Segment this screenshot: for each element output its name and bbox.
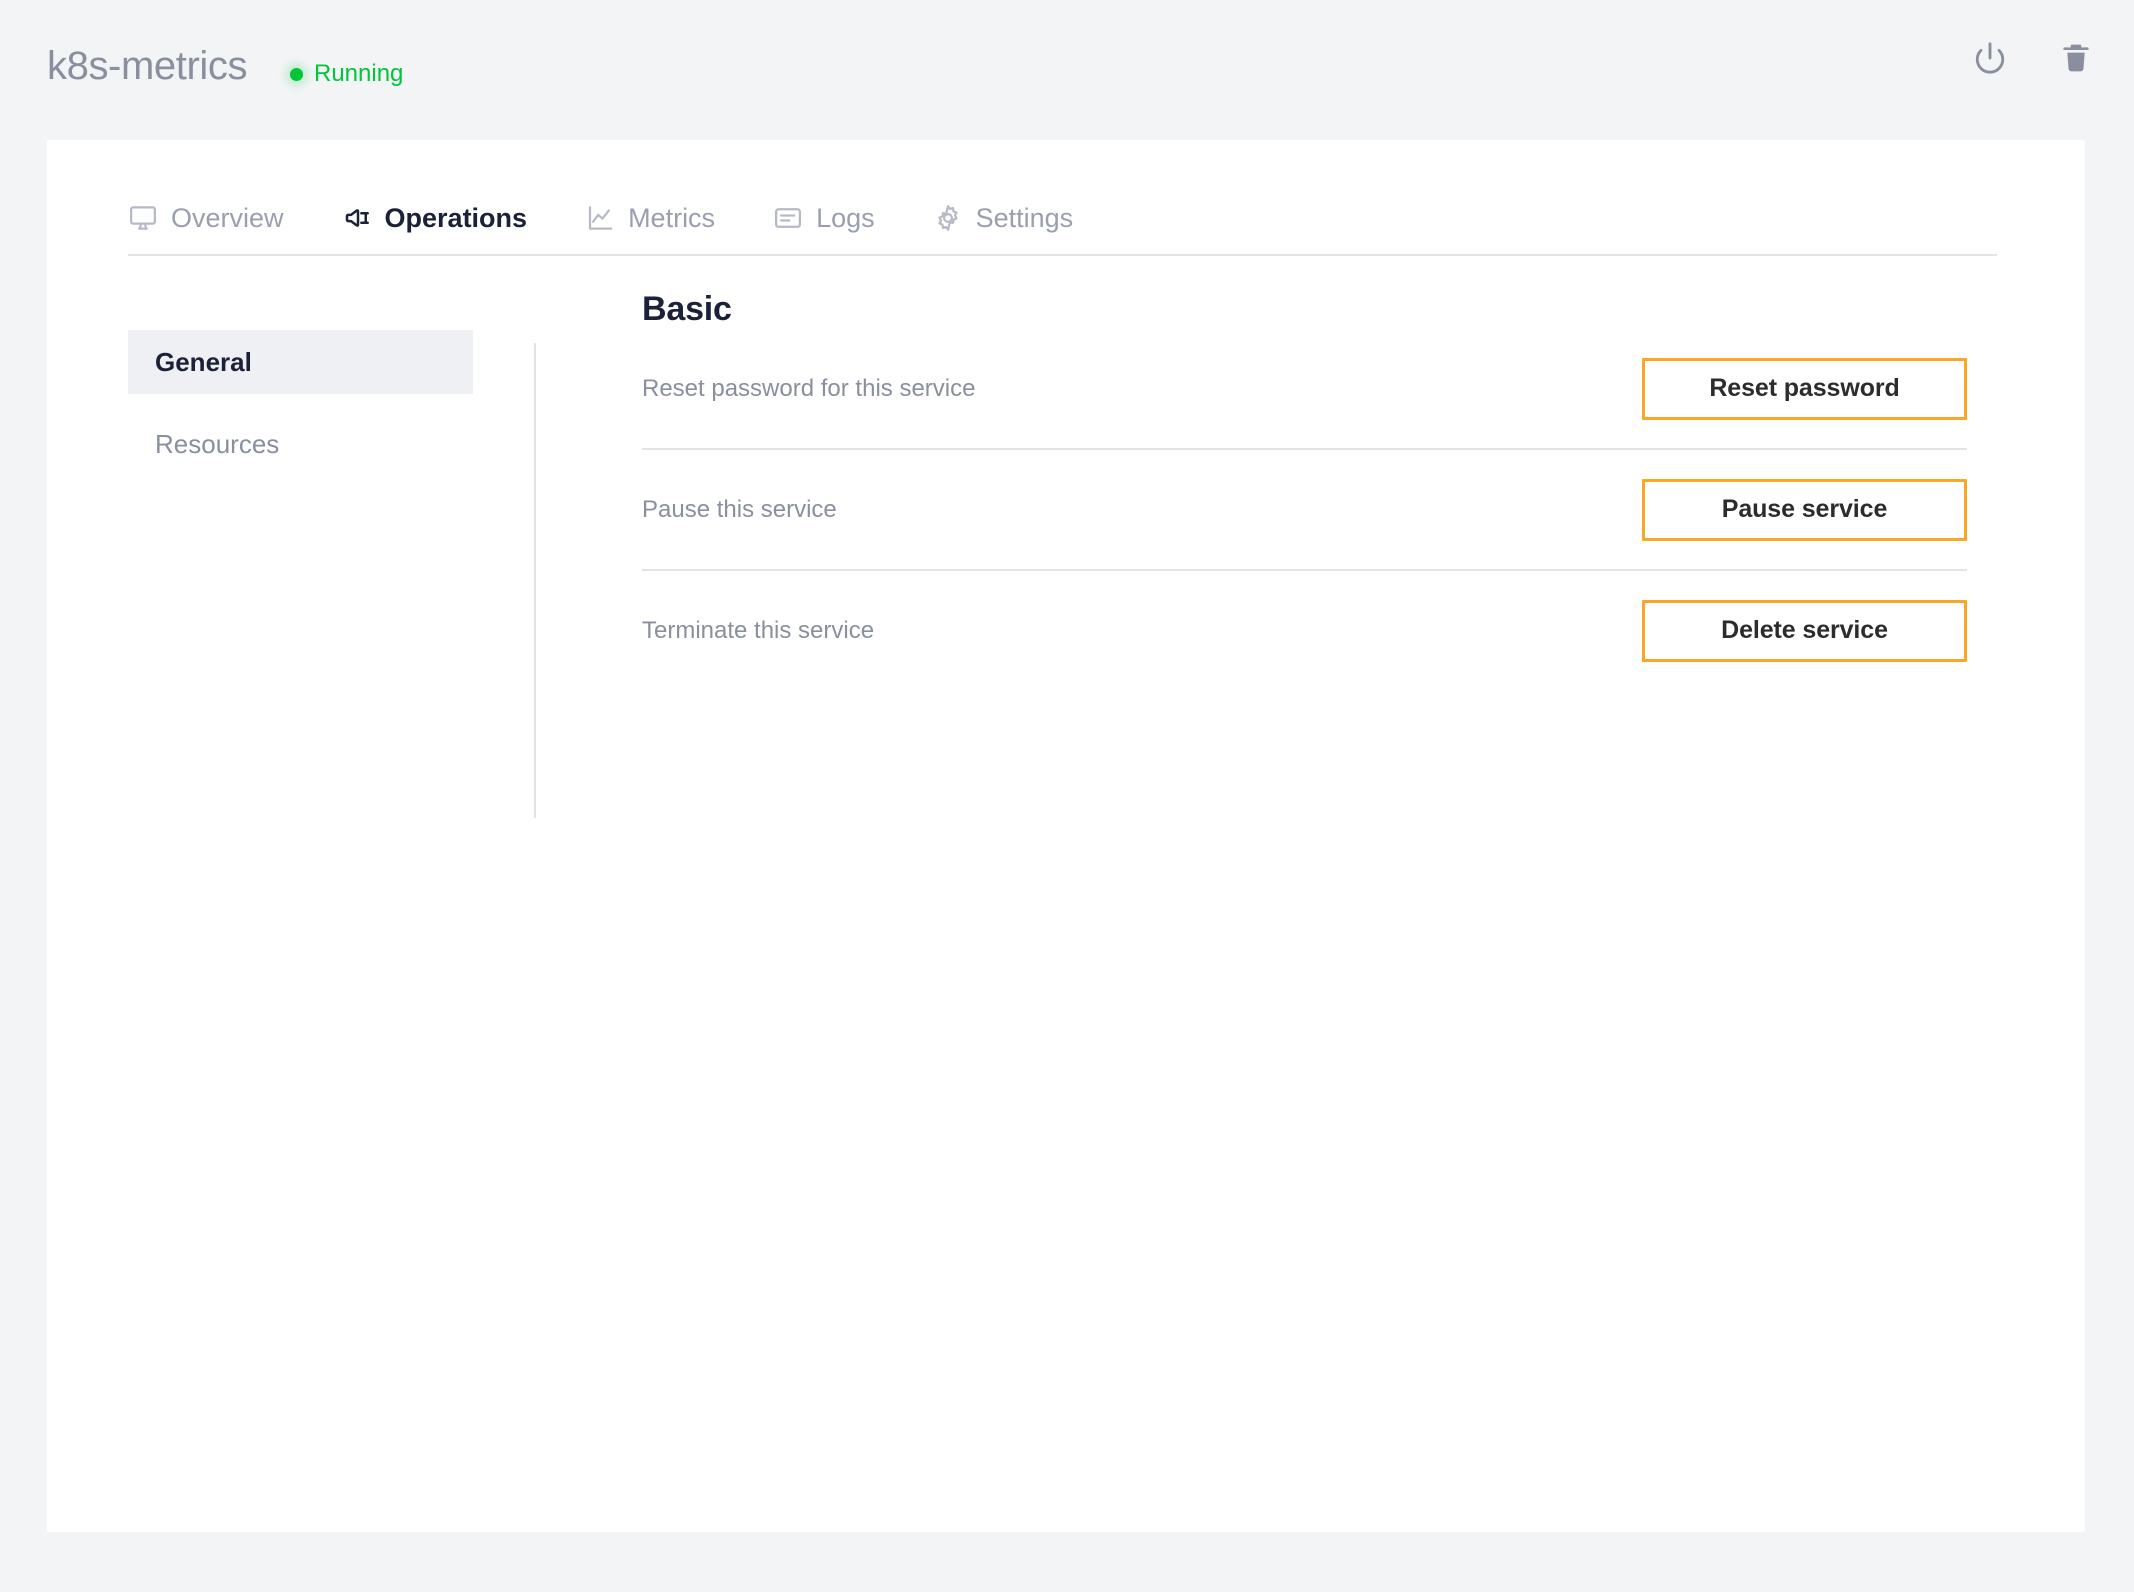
tab-operations[interactable]: Operations [342,195,557,241]
reset-password-button[interactable]: Reset password [1642,357,1967,420]
settings-subnav: General Resources [128,330,473,476]
subnav-item-label: Resources [155,428,280,459]
tab-logs[interactable]: Logs [773,195,904,241]
tab-bar: Overview Operations Metrics Logs Setting… [128,195,1131,241]
delete-button[interactable] [2056,38,2096,78]
operation-row-reset-password: Reset password for this service Reset pa… [642,329,1967,448]
row-label: Terminate this service [642,616,875,644]
power-button[interactable] [1970,38,2010,78]
subnav-item-general[interactable]: General [128,330,473,394]
line-chart-icon [585,203,615,233]
document-icon [773,203,803,233]
tab-bar-divider [128,254,1997,256]
top-bar-actions [1970,38,2096,78]
status-badge: Running [290,60,403,88]
panel-title: Basic [642,290,732,328]
status-dot-icon [290,67,303,81]
tab-overview[interactable]: Overview [128,195,313,241]
tab-label: Metrics [628,202,716,233]
tab-metrics[interactable]: Metrics [585,195,744,241]
delete-service-button[interactable]: Delete service [1642,599,1967,662]
subnav-item-label: General [155,346,252,377]
tab-settings[interactable]: Settings [933,195,1103,241]
power-icon [1973,41,2007,75]
operations-panel: Basic Reset password for this service Re… [642,290,1967,690]
operation-row-pause-service: Pause this service Pause service [642,450,1967,569]
monitor-icon [128,203,158,233]
subnav-item-resources[interactable]: Resources [128,412,473,476]
plug-icon [342,203,372,233]
tab-label: Overview [171,202,284,233]
top-bar: k8s-metrics Running [0,0,2134,140]
gear-icon [933,203,963,233]
tab-label: Logs [816,202,875,233]
status-label: Running [314,60,404,87]
page-title: k8s-metrics [47,44,248,88]
content-card: Overview Operations Metrics Logs Setting… [47,140,2085,1532]
trash-icon [2060,41,2092,75]
operation-row-delete-service: Terminate this service Delete service [642,571,1967,690]
pause-service-button[interactable]: Pause service [1642,478,1967,541]
row-label: Pause this service [642,495,837,523]
subnav-divider [534,343,536,818]
row-label: Reset password for this service [642,374,976,402]
tab-label: Operations [384,202,528,233]
tab-label: Settings [975,202,1074,233]
